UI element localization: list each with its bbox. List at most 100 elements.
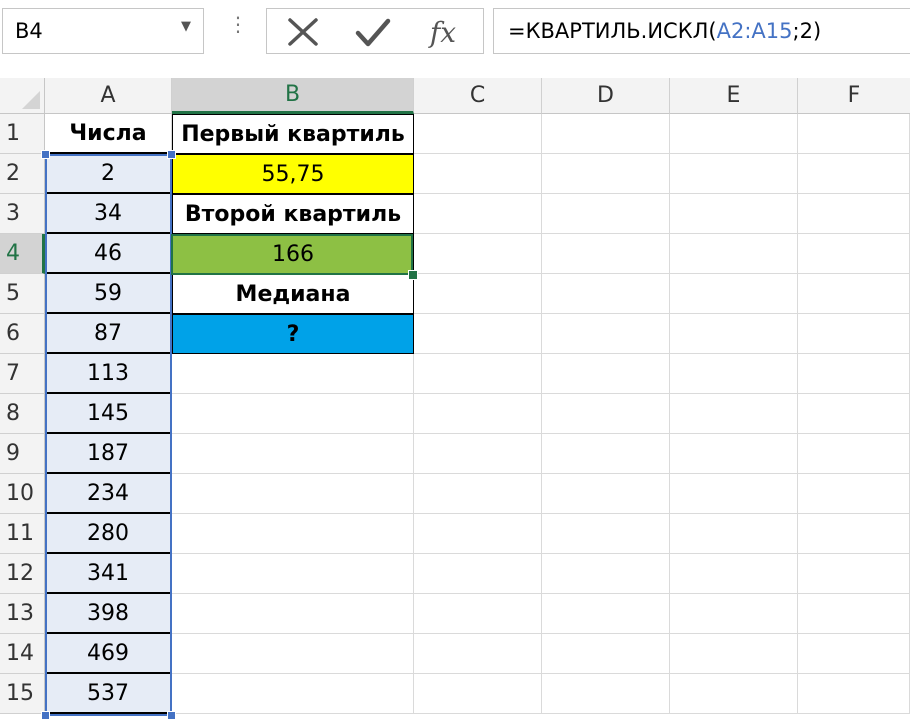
cell-b12[interactable] [172,554,414,594]
cell-a2[interactable]: 2 [45,154,172,194]
row-header-9[interactable]: 9 [0,434,45,474]
cell-b1[interactable]: Первый квартиль [172,114,414,154]
cell-c15[interactable] [414,674,542,714]
formula-bar-resize-icon[interactable]: ⋮ [228,14,248,34]
cell-a9[interactable]: 187 [45,434,172,474]
cell-e15[interactable] [670,674,798,714]
cell-b4[interactable]: 166 [172,234,414,274]
cell-f3[interactable] [798,194,910,234]
cell-e13[interactable] [670,594,798,634]
cell-e3[interactable] [670,194,798,234]
cell-c6[interactable] [414,314,542,354]
cell-f5[interactable] [798,274,910,314]
cell-f4[interactable] [798,234,910,274]
column-header-b[interactable]: B [172,78,414,114]
cell-a3[interactable]: 34 [45,194,172,234]
cell-c5[interactable] [414,274,542,314]
cell-c10[interactable] [414,474,542,514]
cell-a7[interactable]: 113 [45,354,172,394]
cell-c3[interactable] [414,194,542,234]
cell-e6[interactable] [670,314,798,354]
cell-c4[interactable] [414,234,542,274]
cell-f15[interactable] [798,674,910,714]
row-header-2[interactable]: 2 [0,154,45,194]
cell-b5[interactable]: Медиана [172,274,414,314]
cell-b2[interactable]: 55,75 [172,154,414,194]
column-header-e[interactable]: E [670,78,798,114]
cell-e4[interactable] [670,234,798,274]
cell-c11[interactable] [414,514,542,554]
fill-handle[interactable] [408,270,418,280]
row-header-3[interactable]: 3 [0,194,45,234]
cell-a5[interactable]: 59 [45,274,172,314]
cell-e10[interactable] [670,474,798,514]
row-header-8[interactable]: 8 [0,394,45,434]
cell-f6[interactable] [798,314,910,354]
cell-b6[interactable]: ? [172,314,414,354]
cell-b10[interactable] [172,474,414,514]
cell-c14[interactable] [414,634,542,674]
cell-c1[interactable] [414,114,542,154]
cell-c7[interactable] [414,354,542,394]
cell-d8[interactable] [542,394,670,434]
column-header-a[interactable]: A [45,78,172,114]
enter-button[interactable] [353,15,393,49]
cell-e2[interactable] [670,154,798,194]
row-header-13[interactable]: 13 [0,594,45,634]
cell-e14[interactable] [670,634,798,674]
row-header-15[interactable]: 15 [0,674,45,714]
name-box[interactable]: B4 ▼ [2,8,204,54]
cell-d13[interactable] [542,594,670,634]
cell-d14[interactable] [542,634,670,674]
cell-b14[interactable] [172,634,414,674]
cell-e5[interactable] [670,274,798,314]
cell-e7[interactable] [670,354,798,394]
cell-d6[interactable] [542,314,670,354]
cell-d2[interactable] [542,154,670,194]
cell-f7[interactable] [798,354,910,394]
cell-a10[interactable]: 234 [45,474,172,514]
cell-e8[interactable] [670,394,798,434]
cell-f8[interactable] [798,394,910,434]
cell-d10[interactable] [542,474,670,514]
range-handle-top-left[interactable] [41,150,50,159]
cell-c8[interactable] [414,394,542,434]
row-header-5[interactable]: 5 [0,274,45,314]
cell-b7[interactable] [172,354,414,394]
column-header-f[interactable]: F [798,78,910,114]
row-header-10[interactable]: 10 [0,474,45,514]
cell-a1[interactable]: Числа [45,114,172,154]
cell-d9[interactable] [542,434,670,474]
cell-d5[interactable] [542,274,670,314]
cell-c9[interactable] [414,434,542,474]
range-handle-bottom-right[interactable] [167,711,176,720]
cell-d11[interactable] [542,514,670,554]
cell-d7[interactable] [542,354,670,394]
row-header-6[interactable]: 6 [0,314,45,354]
cell-d4[interactable] [542,234,670,274]
cell-c2[interactable] [414,154,542,194]
row-header-1[interactable]: 1 [0,114,45,154]
row-header-4[interactable]: 4 [0,234,45,274]
cell-e12[interactable] [670,554,798,594]
formula-input[interactable]: =КВАРТИЛЬ.ИСКЛ(A2:A15;2) [493,8,910,54]
cell-b13[interactable] [172,594,414,634]
row-header-14[interactable]: 14 [0,634,45,674]
cell-a11[interactable]: 280 [45,514,172,554]
cell-a12[interactable]: 341 [45,554,172,594]
cell-a8[interactable]: 145 [45,394,172,434]
cell-f2[interactable] [798,154,910,194]
row-header-11[interactable]: 11 [0,514,45,554]
cell-f9[interactable] [798,434,910,474]
cell-d15[interactable] [542,674,670,714]
cell-f1[interactable] [798,114,910,154]
cell-e9[interactable] [670,434,798,474]
cell-b15[interactable] [172,674,414,714]
cell-c13[interactable] [414,594,542,634]
cell-e1[interactable] [670,114,798,154]
row-header-7[interactable]: 7 [0,354,45,394]
cell-f13[interactable] [798,594,910,634]
column-header-c[interactable]: C [414,78,542,114]
column-header-d[interactable]: D [542,78,670,114]
cell-f14[interactable] [798,634,910,674]
